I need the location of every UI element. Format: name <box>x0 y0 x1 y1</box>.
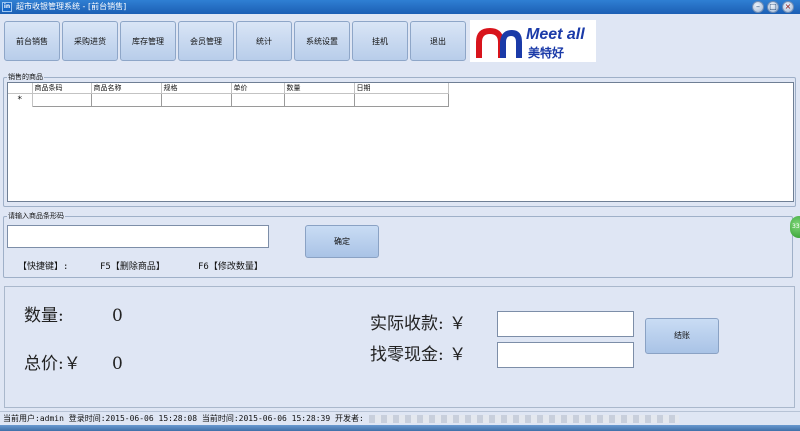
column-header-spec[interactable]: 规格 <box>161 83 232 94</box>
settings-button[interactable]: 系统设置 <box>294 21 350 61</box>
status-text: 当前用户:admin 登录时间:2015-06-06 15:28:08 当前时间… <box>3 414 364 423</box>
column-header-date[interactable]: 日期 <box>354 83 449 94</box>
shortcut-label: 【快捷键】: <box>18 262 69 272</box>
total-price-value: 0 <box>112 354 123 374</box>
minimize-button[interactable]: – <box>752 1 764 13</box>
column-header-name[interactable]: 商品名称 <box>91 83 162 94</box>
redacted-region <box>368 414 679 423</box>
column-header-barcode[interactable]: 商品条码 <box>32 83 92 94</box>
new-row-marker: * <box>8 93 33 107</box>
shortcut-f5: F5【删除商品】 <box>100 262 165 272</box>
brand-logo: Meet all 美特好 <box>470 20 596 62</box>
window-title: 超市收银管理系统 - [前台销售] <box>16 2 127 11</box>
close-button[interactable]: × <box>782 1 794 13</box>
row-header-corner <box>8 83 33 94</box>
cell-spec[interactable] <box>160 93 232 107</box>
shortcut-f6: F6【修改数量】 <box>198 262 263 272</box>
quantity-label: 数量: <box>24 306 64 326</box>
maximize-button[interactable]: □ <box>767 1 779 13</box>
cell-barcode[interactable] <box>31 93 92 107</box>
quantity-value: 0 <box>112 306 123 326</box>
column-header-quantity[interactable]: 数量 <box>284 83 355 94</box>
cell-date[interactable] <box>353 93 449 107</box>
change-amount-label: 找零现金: ￥ <box>370 345 467 365</box>
exit-button[interactable]: 退出 <box>410 21 466 61</box>
received-amount-label: 实际收款: ￥ <box>370 314 467 334</box>
received-amount-input[interactable] <box>497 311 634 337</box>
sold-items-grid[interactable]: 商品条码 商品名称 规格 单价 数量 日期 * <box>7 82 794 202</box>
confirm-button[interactable]: 确定 <box>305 225 379 258</box>
barcode-input[interactable] <box>7 225 269 248</box>
title-bar: in 超市收银管理系统 - [前台销售] – □ × <box>0 0 800 14</box>
change-amount-input[interactable] <box>497 342 634 368</box>
status-bar: 当前用户:admin 登录时间:2015-06-06 15:28:08 当前时间… <box>0 411 800 425</box>
member-button[interactable]: 会员管理 <box>178 21 234 61</box>
inventory-button[interactable]: 库存管理 <box>120 21 176 61</box>
checkout-button[interactable]: 结账 <box>645 318 719 354</box>
main-toolbar: 前台销售 采购进货 库存管理 会员管理 统计 系统设置 挂机 退出 Meet a… <box>0 14 800 66</box>
sold-items-legend: 销售的商品 <box>7 73 44 81</box>
arch-logo-icon <box>476 28 522 58</box>
statistics-button[interactable]: 统计 <box>236 21 292 61</box>
logo-english-text: Meet all <box>526 26 585 43</box>
front-sales-button[interactable]: 前台销售 <box>4 21 60 61</box>
taskbar <box>0 425 800 431</box>
cell-quantity[interactable] <box>283 93 355 107</box>
sold-items-table: 商品条码 商品名称 规格 单价 数量 日期 * <box>8 83 449 107</box>
total-price-label: 总价:￥ <box>24 354 81 374</box>
app-icon: in <box>2 2 12 12</box>
grid-header-row: 商品条码 商品名称 规格 单价 数量 日期 <box>8 83 449 94</box>
column-header-price[interactable]: 单价 <box>231 83 285 94</box>
side-badge[interactable]: 33 <box>790 216 800 238</box>
lock-button[interactable]: 挂机 <box>352 21 408 61</box>
cell-price[interactable] <box>230 93 285 107</box>
purchase-button[interactable]: 采购进货 <box>62 21 118 61</box>
barcode-legend: 请输入商品条形码 <box>7 212 65 220</box>
table-row[interactable]: * <box>8 93 449 107</box>
logo-chinese-text: 美特好 <box>528 46 565 60</box>
cell-name[interactable] <box>90 93 162 107</box>
